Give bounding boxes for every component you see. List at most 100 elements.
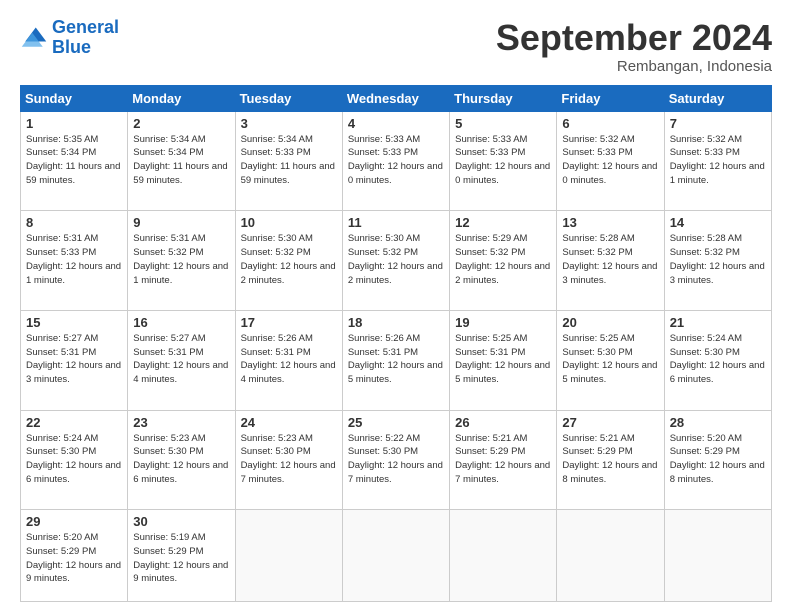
header-friday: Friday	[557, 85, 664, 111]
day-detail: Sunrise: 5:21 AM Sunset: 5:29 PM Dayligh…	[562, 432, 658, 487]
day-detail: Sunrise: 5:33 AM Sunset: 5:33 PM Dayligh…	[348, 133, 444, 188]
calendar-week-0: 1Sunrise: 5:35 AM Sunset: 5:34 PM Daylig…	[21, 111, 772, 211]
day-detail: Sunrise: 5:26 AM Sunset: 5:31 PM Dayligh…	[241, 332, 337, 387]
day-number: 21	[670, 315, 766, 330]
table-row: 2 Sunrise: 5:34 AM Sunset: 5:34 PM Daylig…	[128, 111, 235, 211]
day-detail: Sunrise: 5:24 AM Sunset: 5:30 PM Dayligh…	[670, 332, 766, 387]
day-number: 9	[133, 215, 229, 230]
table-row: 24 Sunrise: 5:23 AM Sunset: 5:30 PM Dayli…	[235, 410, 342, 510]
day-detail: Sunrise: 5:27 AM Sunset: 5:31 PM Dayligh…	[133, 332, 229, 387]
table-row: 28 Sunrise: 5:20 AM Sunset: 5:29 PM Dayli…	[664, 410, 771, 510]
table-row	[557, 510, 664, 602]
day-number: 24	[241, 415, 337, 430]
day-number: 26	[455, 415, 551, 430]
logo-text: General Blue	[52, 18, 119, 58]
table-row: 17 Sunrise: 5:26 AM Sunset: 5:31 PM Dayli…	[235, 310, 342, 410]
day-detail: Sunrise: 5:26 AM Sunset: 5:31 PM Dayligh…	[348, 332, 444, 387]
day-detail: Sunrise: 5:20 AM Sunset: 5:29 PM Dayligh…	[670, 432, 766, 487]
table-row	[342, 510, 449, 602]
day-detail: Sunrise: 5:19 AM Sunset: 5:29 PM Dayligh…	[133, 531, 229, 586]
day-detail: Sunrise: 5:31 AM Sunset: 5:33 PM Dayligh…	[26, 232, 122, 287]
table-row: 10Sunrise: 5:30 AM Sunset: 5:32 PM Dayli…	[235, 211, 342, 311]
day-number: 3	[241, 116, 337, 131]
day-number: 17	[241, 315, 337, 330]
day-number: 4	[348, 116, 444, 131]
table-row: 15Sunrise: 5:27 AM Sunset: 5:31 PM Dayli…	[21, 310, 128, 410]
table-row: 6Sunrise: 5:32 AM Sunset: 5:33 PM Daylig…	[557, 111, 664, 211]
month-title: September 2024	[496, 18, 772, 58]
calendar-body: 1Sunrise: 5:35 AM Sunset: 5:34 PM Daylig…	[21, 111, 772, 601]
table-row: 22Sunrise: 5:24 AM Sunset: 5:30 PM Dayli…	[21, 410, 128, 510]
table-row: 7 Sunrise: 5:32 AM Sunset: 5:33 PM Daylig…	[664, 111, 771, 211]
header: General Blue September 2024 Rembangan, I…	[20, 18, 772, 75]
day-number: 23	[133, 415, 229, 430]
header-tuesday: Tuesday	[235, 85, 342, 111]
day-number: 2	[133, 116, 229, 131]
table-row	[235, 510, 342, 602]
calendar-week-3: 22Sunrise: 5:24 AM Sunset: 5:30 PM Dayli…	[21, 410, 772, 510]
day-number: 14	[670, 215, 766, 230]
table-row: 23 Sunrise: 5:23 AM Sunset: 5:30 PM Dayli…	[128, 410, 235, 510]
day-number: 12	[455, 215, 551, 230]
table-row: 13 Sunrise: 5:28 AM Sunset: 5:32 PM Dayli…	[557, 211, 664, 311]
calendar-table: Sunday Monday Tuesday Wednesday Thursday…	[20, 85, 772, 602]
day-number: 20	[562, 315, 658, 330]
logo-icon	[20, 24, 48, 52]
day-detail: Sunrise: 5:32 AM Sunset: 5:33 PM Dayligh…	[670, 133, 766, 188]
day-detail: Sunrise: 5:30 AM Sunset: 5:32 PM Dayligh…	[348, 232, 444, 287]
day-number: 16	[133, 315, 229, 330]
day-detail: Sunrise: 5:23 AM Sunset: 5:30 PM Dayligh…	[241, 432, 337, 487]
day-number: 11	[348, 215, 444, 230]
day-number: 7	[670, 116, 766, 131]
calendar-week-4: 29 Sunrise: 5:20 AM Sunset: 5:29 PM Dayli…	[21, 510, 772, 602]
day-detail: Sunrise: 5:21 AM Sunset: 5:29 PM Dayligh…	[455, 432, 551, 487]
table-row: 29 Sunrise: 5:20 AM Sunset: 5:29 PM Dayli…	[21, 510, 128, 602]
day-detail: Sunrise: 5:20 AM Sunset: 5:29 PM Dayligh…	[26, 531, 122, 586]
page: General Blue September 2024 Rembangan, I…	[0, 0, 792, 612]
calendar-week-1: 8Sunrise: 5:31 AM Sunset: 5:33 PM Daylig…	[21, 211, 772, 311]
table-row: 16 Sunrise: 5:27 AM Sunset: 5:31 PM Dayli…	[128, 310, 235, 410]
day-number: 1	[26, 116, 122, 131]
day-number: 13	[562, 215, 658, 230]
day-number: 15	[26, 315, 122, 330]
table-row: 19 Sunrise: 5:25 AM Sunset: 5:31 PM Dayli…	[450, 310, 557, 410]
day-detail: Sunrise: 5:28 AM Sunset: 5:32 PM Dayligh…	[670, 232, 766, 287]
header-wednesday: Wednesday	[342, 85, 449, 111]
header-sunday: Sunday	[21, 85, 128, 111]
day-number: 30	[133, 514, 229, 529]
table-row: 14 Sunrise: 5:28 AM Sunset: 5:32 PM Dayli…	[664, 211, 771, 311]
table-row: 18 Sunrise: 5:26 AM Sunset: 5:31 PM Dayli…	[342, 310, 449, 410]
table-row: 4 Sunrise: 5:33 AM Sunset: 5:33 PM Daylig…	[342, 111, 449, 211]
day-number: 19	[455, 315, 551, 330]
table-row	[450, 510, 557, 602]
table-row: 9 Sunrise: 5:31 AM Sunset: 5:32 PM Daylig…	[128, 211, 235, 311]
day-detail: Sunrise: 5:22 AM Sunset: 5:30 PM Dayligh…	[348, 432, 444, 487]
day-number: 29	[26, 514, 122, 529]
day-detail: Sunrise: 5:25 AM Sunset: 5:31 PM Dayligh…	[455, 332, 551, 387]
day-number: 18	[348, 315, 444, 330]
logo-line1: General	[52, 17, 119, 37]
location: Rembangan, Indonesia	[496, 58, 772, 75]
day-detail: Sunrise: 5:31 AM Sunset: 5:32 PM Dayligh…	[133, 232, 229, 287]
day-detail: Sunrise: 5:23 AM Sunset: 5:30 PM Dayligh…	[133, 432, 229, 487]
day-number: 5	[455, 116, 551, 131]
table-row: 8Sunrise: 5:31 AM Sunset: 5:33 PM Daylig…	[21, 211, 128, 311]
day-number: 28	[670, 415, 766, 430]
table-row: 21 Sunrise: 5:24 AM Sunset: 5:30 PM Dayli…	[664, 310, 771, 410]
day-detail: Sunrise: 5:34 AM Sunset: 5:33 PM Dayligh…	[241, 133, 337, 188]
table-row: 30 Sunrise: 5:19 AM Sunset: 5:29 PM Dayli…	[128, 510, 235, 602]
logo: General Blue	[20, 18, 119, 58]
header-thursday: Thursday	[450, 85, 557, 111]
table-row: 3 Sunrise: 5:34 AM Sunset: 5:33 PM Daylig…	[235, 111, 342, 211]
day-number: 27	[562, 415, 658, 430]
title-block: September 2024 Rembangan, Indonesia	[496, 18, 772, 75]
logo-line2: Blue	[52, 37, 91, 57]
day-detail: Sunrise: 5:28 AM Sunset: 5:32 PM Dayligh…	[562, 232, 658, 287]
day-detail: Sunrise: 5:34 AM Sunset: 5:34 PM Dayligh…	[133, 133, 229, 188]
table-row: 1Sunrise: 5:35 AM Sunset: 5:34 PM Daylig…	[21, 111, 128, 211]
day-detail: Sunrise: 5:29 AM Sunset: 5:32 PM Dayligh…	[455, 232, 551, 287]
table-row: 25Sunrise: 5:22 AM Sunset: 5:30 PM Dayli…	[342, 410, 449, 510]
table-row: 12 Sunrise: 5:29 AM Sunset: 5:32 PM Dayli…	[450, 211, 557, 311]
day-detail: Sunrise: 5:30 AM Sunset: 5:32 PM Dayligh…	[241, 232, 337, 287]
header-saturday: Saturday	[664, 85, 771, 111]
